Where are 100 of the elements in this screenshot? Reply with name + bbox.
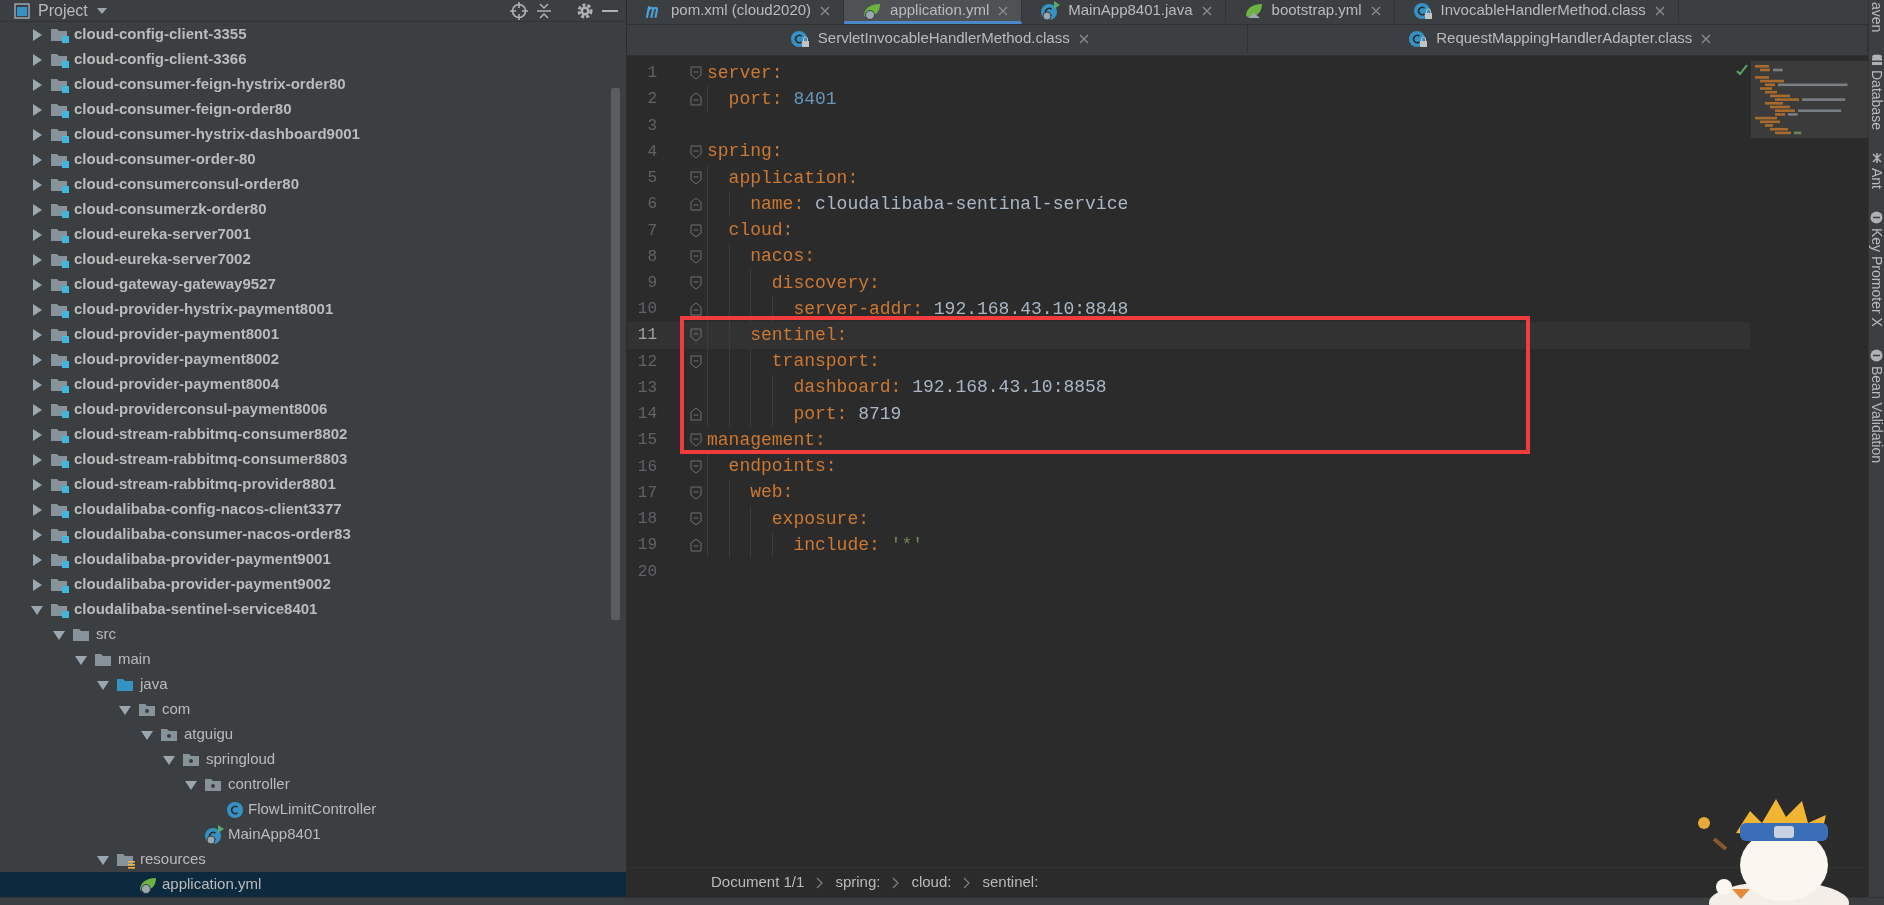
fold-icon[interactable] (690, 223, 702, 238)
tree-item[interactable]: com (0, 697, 626, 722)
collapsed-arrow-icon[interactable] (30, 178, 44, 191)
fold-icon[interactable] (690, 249, 702, 264)
collapsed-arrow-icon[interactable] (30, 478, 44, 491)
fold-icon[interactable] (690, 276, 702, 290)
fold-end-icon[interactable] (690, 407, 702, 422)
fold-icon[interactable] (690, 354, 702, 369)
tree-item[interactable]: cloud-stream-rabbitmq-consumer8803 (0, 447, 626, 472)
editor-tab[interactable]: ServletInvocableHandlerMethod.class (627, 25, 1248, 55)
close-icon[interactable] (1200, 4, 1213, 17)
fold-icon[interactable] (690, 328, 702, 343)
collapsed-arrow-icon[interactable] (30, 303, 44, 316)
collapsed-arrow-icon[interactable] (30, 228, 44, 241)
tool-window-tab[interactable]: aven (1869, 2, 1884, 33)
tree-item[interactable]: cloud-stream-rabbitmq-consumer8802 (0, 422, 626, 447)
tree-item[interactable]: cloud-consumer-order-80 (0, 147, 626, 172)
tree-item[interactable]: cloudalibaba-consumer-nacos-order83 (0, 522, 626, 547)
tree-item[interactable]: main (0, 647, 626, 672)
collapsed-arrow-icon[interactable] (30, 78, 44, 91)
fold-icon[interactable] (690, 66, 702, 81)
tree-item[interactable]: cloud-provider-payment8002 (0, 347, 626, 372)
close-icon[interactable] (997, 4, 1010, 17)
collapsed-arrow-icon[interactable] (30, 53, 44, 66)
collapsed-arrow-icon[interactable] (30, 28, 44, 41)
breadcrumb-item[interactable]: Document 1/1 (711, 871, 805, 894)
collapsed-arrow-icon[interactable] (30, 253, 44, 266)
collapsed-arrow-icon[interactable] (30, 503, 44, 516)
editor-tab[interactable]: MainApp8401.java (1022, 0, 1226, 24)
tree-item[interactable]: application.yml (0, 872, 626, 897)
tree-item[interactable]: cloudalibaba-provider-payment9002 (0, 572, 626, 597)
tree-item[interactable]: cloudalibaba-provider-payment9001 (0, 547, 626, 572)
crosshair-icon[interactable] (510, 1, 528, 20)
collapsed-arrow-icon[interactable] (30, 378, 44, 391)
tree-item[interactable]: cloud-config-client-3366 (0, 47, 626, 72)
editor-tab[interactable]: application.yml (844, 0, 1023, 24)
collapsed-arrow-icon[interactable] (30, 553, 44, 566)
collapsed-arrow-icon[interactable] (30, 528, 44, 541)
tree-item[interactable]: cloud-consumerconsul-order80 (0, 172, 626, 197)
close-icon[interactable] (819, 4, 832, 17)
collapsed-arrow-icon[interactable] (30, 153, 44, 166)
fold-icon[interactable] (690, 485, 702, 500)
tree-item[interactable]: cloud-gateway-gateway9527 (0, 272, 626, 297)
tree-item[interactable]: cloudalibaba-sentinel-service8401 (0, 597, 626, 622)
collapsed-arrow-icon[interactable] (30, 103, 44, 116)
tree-item[interactable]: controller (0, 772, 626, 797)
tree-item[interactable]: cloud-eureka-server7002 (0, 247, 626, 272)
tree-item[interactable]: cloud-consumer-feign-order80 (0, 97, 626, 122)
expanded-arrow-icon[interactable] (96, 853, 110, 866)
fold-end-icon[interactable] (690, 302, 702, 317)
tree-item[interactable]: cloud-providerconsul-payment8006 (0, 397, 626, 422)
fold-icon[interactable] (690, 171, 702, 186)
collapsed-arrow-icon[interactable] (30, 403, 44, 416)
fold-icon[interactable] (690, 433, 702, 448)
expanded-arrow-icon[interactable] (74, 653, 88, 666)
editor-tab[interactable]: RequestMappingHandlerAdapter.class (1247, 25, 1868, 55)
close-icon[interactable] (1369, 4, 1382, 17)
tool-window-tab[interactable]: Ant (1869, 152, 1884, 190)
tree-item[interactable]: java (0, 672, 626, 697)
collapse-all-icon[interactable] (536, 1, 552, 20)
fold-icon[interactable] (690, 144, 702, 159)
collapsed-arrow-icon[interactable] (30, 353, 44, 366)
scrollbar-thumb[interactable] (611, 88, 620, 620)
close-icon[interactable] (1653, 4, 1666, 17)
collapsed-arrow-icon[interactable] (30, 328, 44, 341)
expanded-arrow-icon[interactable] (30, 603, 44, 616)
fold-end-icon[interactable] (690, 538, 702, 553)
collapsed-arrow-icon[interactable] (30, 203, 44, 216)
tree-item[interactable]: cloud-consumer-hystrix-dashboard9001 (0, 122, 626, 147)
fold-icon[interactable] (690, 459, 702, 474)
expanded-arrow-icon[interactable] (96, 678, 110, 691)
breadcrumb-item[interactable]: sentinel: (982, 871, 1039, 894)
tree-item[interactable]: cloud-eureka-server7001 (0, 222, 626, 247)
collapsed-arrow-icon[interactable] (30, 578, 44, 591)
collapsed-arrow-icon[interactable] (30, 278, 44, 291)
tree-item[interactable]: cloud-consumerzk-order80 (0, 197, 626, 222)
expanded-arrow-icon[interactable] (140, 728, 154, 741)
collapsed-arrow-icon[interactable] (30, 128, 44, 141)
settings-icon[interactable] (576, 1, 594, 20)
fold-icon[interactable] (690, 512, 702, 527)
tree-item[interactable]: MainApp8401 (0, 822, 626, 847)
collapsed-arrow-icon[interactable] (30, 428, 44, 441)
fold-end-icon[interactable] (690, 92, 702, 107)
tree-item[interactable]: cloud-provider-payment8004 (0, 372, 626, 397)
expanded-arrow-icon[interactable] (118, 703, 132, 716)
tree-item[interactable]: springloud (0, 747, 626, 772)
fold-end-icon[interactable] (690, 197, 702, 212)
close-icon[interactable] (1077, 32, 1090, 45)
tree-item[interactable]: cloud-provider-payment8001 (0, 322, 626, 347)
tree-item[interactable]: FlowLimitController (0, 797, 626, 822)
tool-window-tab[interactable]: Key Promoter X (1869, 211, 1884, 328)
editor-tab[interactable]: InvocableHandlerMethod.class (1394, 0, 1679, 24)
tree-item[interactable]: resources (0, 847, 626, 872)
editor-tab[interactable]: bootstrap.yml (1225, 0, 1395, 24)
tree-item[interactable]: src (0, 622, 626, 647)
breadcrumb-item[interactable]: cloud: (911, 871, 952, 894)
tree-item[interactable]: atguigu (0, 722, 626, 747)
panel-title[interactable]: Project (38, 0, 88, 23)
close-icon[interactable] (1700, 32, 1713, 45)
tree-item[interactable]: cloudalibaba-config-nacos-client3377 (0, 497, 626, 522)
